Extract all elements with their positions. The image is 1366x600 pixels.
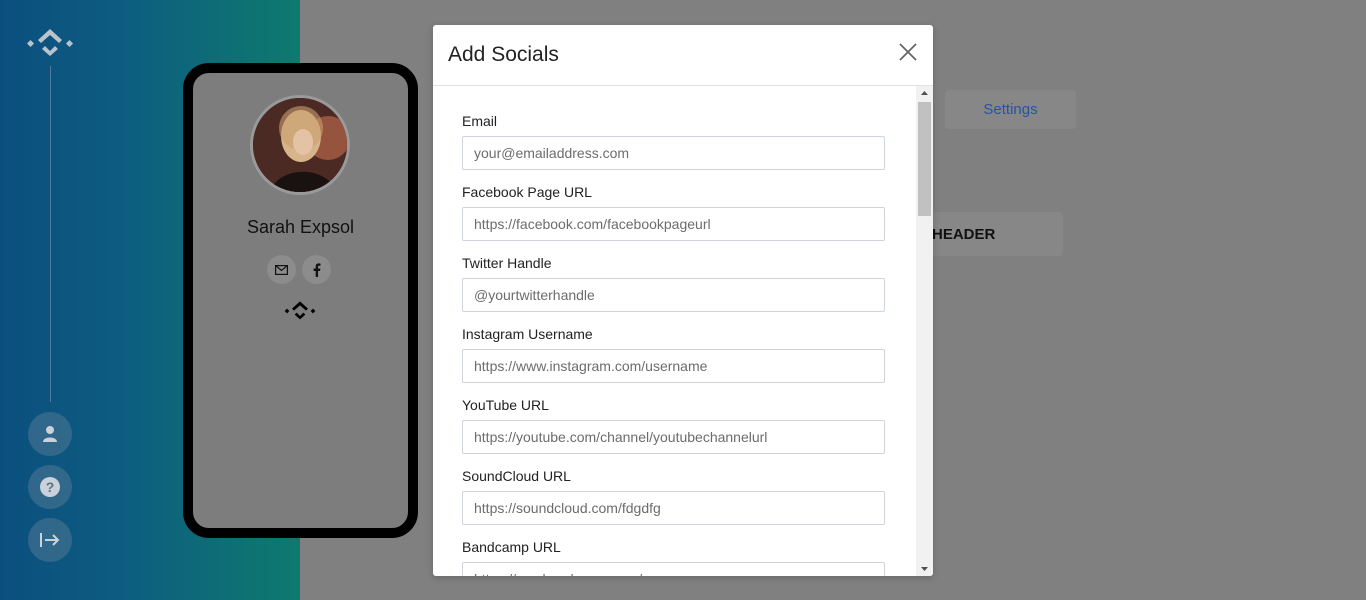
facebook-social-button[interactable]: [302, 255, 331, 284]
email-field-group: Email: [462, 113, 885, 170]
facebook-icon: [313, 262, 320, 277]
profile-button[interactable]: [28, 412, 72, 456]
header-block-button[interactable]: HEADER: [930, 212, 1063, 256]
instagram-username-field[interactable]: [462, 349, 885, 383]
svg-text:?: ?: [46, 479, 55, 495]
youtube-url-field[interactable]: [462, 420, 885, 454]
add-socials-modal: Add Socials Email Facebook Page URL Twit…: [433, 25, 933, 576]
logout-button[interactable]: [28, 518, 72, 562]
social-links: [267, 255, 331, 284]
settings-tab[interactable]: Settings: [945, 90, 1076, 129]
user-icon: [43, 426, 57, 442]
twitter-handle-field[interactable]: [462, 278, 885, 312]
soundcloud-label: SoundCloud URL: [462, 468, 571, 484]
modal-title: Add Socials: [448, 43, 559, 66]
youtube-label: YouTube URL: [462, 397, 549, 413]
brand-mark-icon: [284, 301, 316, 320]
logout-icon: [40, 533, 60, 547]
bandcamp-label: Bandcamp URL: [462, 539, 561, 555]
email-field[interactable]: [462, 136, 885, 170]
scroll-down-arrow-icon[interactable]: [916, 562, 933, 576]
help-icon: ?: [40, 477, 60, 497]
facebook-label: Facebook Page URL: [462, 184, 592, 200]
soundcloud-field-group: SoundCloud URL: [462, 468, 885, 525]
brand-logo-icon[interactable]: [26, 26, 74, 58]
email-social-button[interactable]: [267, 255, 296, 284]
avatar: [250, 95, 350, 195]
scrollbar-thumb[interactable]: [918, 102, 931, 216]
facebook-url-field[interactable]: [462, 207, 885, 241]
email-label: Email: [462, 113, 498, 129]
bandcamp-url-field[interactable]: [462, 562, 885, 576]
email-icon: [275, 264, 288, 275]
help-button[interactable]: ?: [28, 465, 72, 509]
soundcloud-url-field[interactable]: [462, 491, 885, 525]
instagram-field-group: Instagram Username: [462, 326, 885, 383]
modal-scrollbar[interactable]: [916, 86, 933, 576]
instagram-label: Instagram Username: [462, 326, 593, 342]
modal-body: Email Facebook Page URL Twitter Handle I…: [433, 86, 915, 576]
twitter-label: Twitter Handle: [462, 255, 552, 271]
sidebar-divider: [50, 66, 51, 402]
modal-header: Add Socials: [433, 25, 933, 86]
profile-name: Sarah Expsol: [246, 217, 355, 237]
youtube-field-group: YouTube URL: [462, 397, 885, 454]
bandcamp-field-group: Bandcamp URL: [462, 539, 885, 576]
close-icon[interactable]: [897, 41, 919, 63]
phone-preview: Sarah Expsol: [183, 63, 418, 538]
twitter-field-group: Twitter Handle: [462, 255, 885, 312]
scroll-up-arrow-icon[interactable]: [916, 86, 933, 100]
facebook-field-group: Facebook Page URL: [462, 184, 885, 241]
